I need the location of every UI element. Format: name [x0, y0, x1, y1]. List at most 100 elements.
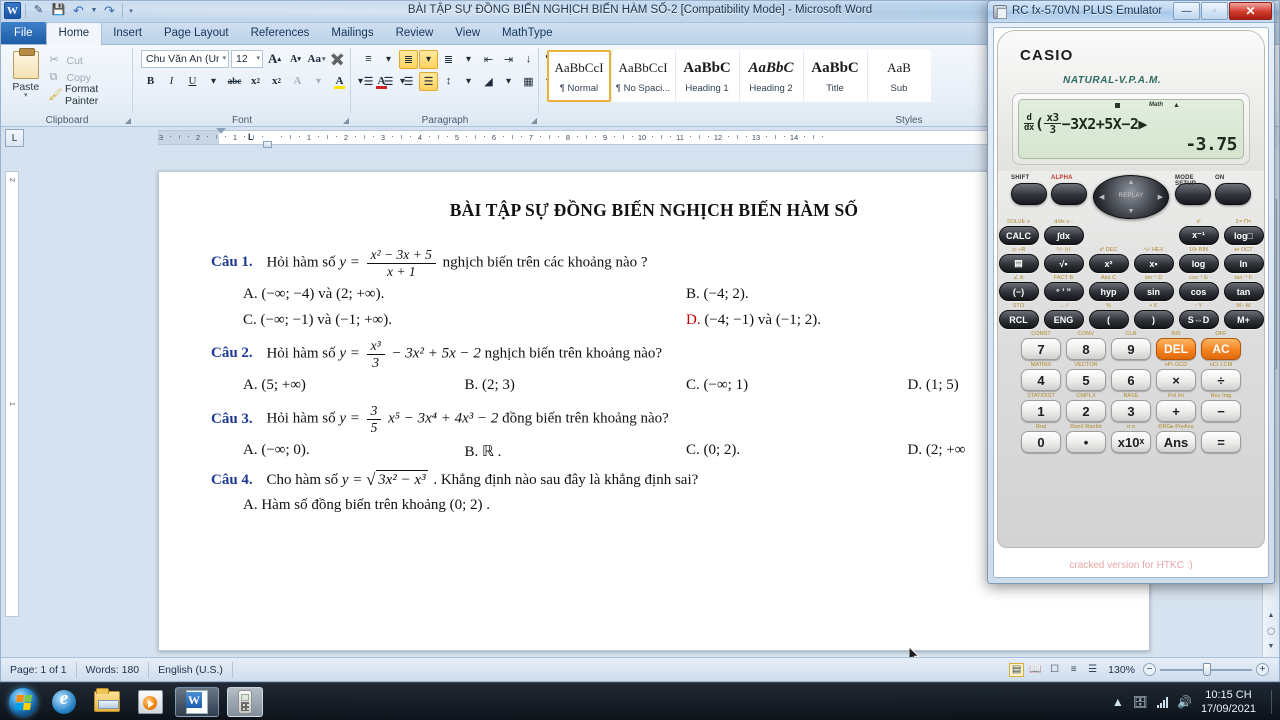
key-square[interactable]: x³ DEC x²: [1088, 247, 1129, 273]
key-cap[interactable]: ∫dx: [1043, 226, 1084, 245]
key-divide[interactable]: nCr LCM ÷: [1201, 362, 1241, 391]
page-indicator[interactable]: Page: 1 of 1: [1, 661, 77, 678]
strikethrough-button[interactable]: abc: [225, 72, 244, 91]
show-hidden-icons-icon[interactable]: ▲: [1112, 695, 1124, 709]
tab-home[interactable]: Home: [45, 22, 103, 45]
tab-mailings[interactable]: Mailings: [320, 23, 384, 44]
key-close-paren[interactable]: ▪ X): [1133, 303, 1174, 329]
zoom-in-button[interactable]: +: [1256, 663, 1269, 676]
key-cap[interactable]: 3: [1111, 400, 1151, 422]
calculator-emulator-window[interactable]: RC fx-570VN PLUS Emulator — ▫ ✕ CASIO NA…: [987, 0, 1275, 584]
keypad-row-7[interactable]: STAT/DIST 1 CMPLX 2 BASE 3 Pol Int + Rec Int…: [998, 393, 1264, 422]
taskbar-item-media-player[interactable]: [133, 687, 167, 717]
key-plus[interactable]: Pol Int +: [1156, 393, 1196, 422]
text-effects-button[interactable]: A: [288, 72, 307, 91]
key-cap[interactable]: RCL: [998, 310, 1039, 329]
alpha-key[interactable]: ALPHA: [1051, 175, 1087, 219]
replay-pad[interactable]: ▲ ▼ ◀ ▶: [1093, 175, 1169, 219]
key-cap[interactable]: cos: [1178, 282, 1219, 301]
key-cap[interactable]: (: [1088, 310, 1129, 329]
first-line-indent-marker[interactable]: [216, 128, 226, 134]
start-button[interactable]: [8, 686, 38, 717]
key-cap[interactable]: 7: [1021, 338, 1061, 360]
text-effects-dropdown-icon[interactable]: ▾: [309, 72, 328, 91]
tab-page-layout[interactable]: Page Layout: [153, 23, 240, 44]
option-a[interactable]: A. (5; +∞): [211, 377, 433, 394]
key-cap[interactable]: •: [1066, 431, 1106, 453]
decrease-indent-icon[interactable]: ⇤: [479, 50, 498, 69]
key-cap[interactable]: DEL: [1156, 338, 1196, 360]
shift-key[interactable]: SHIFT: [1011, 175, 1047, 219]
print-layout-icon[interactable]: ▤: [1009, 662, 1025, 677]
key-sin[interactable]: sin⁻¹ Dsin: [1133, 275, 1174, 301]
style-heading-2[interactable]: AaBbC Heading 2: [739, 50, 803, 102]
font-dialog-launcher[interactable]: ◢: [343, 116, 349, 125]
key-reciprocal[interactable]: x! x⁻¹: [1178, 219, 1219, 245]
font-size-combo[interactable]: 12 ▾: [231, 50, 263, 68]
tab-file[interactable]: File: [1, 22, 46, 44]
option-c[interactable]: C. (0; 2).: [654, 442, 876, 461]
tab-stop-marker[interactable]: L: [248, 132, 254, 142]
zoom-out-button[interactable]: −: [1143, 663, 1156, 676]
key-cap[interactable]: log: [1178, 254, 1219, 273]
key-cap[interactable]: 9: [1111, 338, 1151, 360]
on-key-cap[interactable]: [1215, 183, 1251, 205]
key-cap[interactable]: ): [1133, 310, 1174, 329]
key-cap[interactable]: 0: [1021, 431, 1061, 453]
key-7[interactable]: CONST 7: [1021, 331, 1061, 360]
key-cap[interactable]: AC: [1201, 338, 1241, 360]
key-cap[interactable]: 4: [1021, 369, 1061, 391]
highlight-button[interactable]: A: [330, 72, 349, 91]
replay-down-icon[interactable]: ▼: [1128, 208, 1135, 215]
underline-button[interactable]: U: [183, 72, 202, 91]
key-cap[interactable]: x⁻¹: [1178, 226, 1219, 245]
key-ac[interactable]: OFF AC: [1201, 331, 1241, 360]
draft-icon[interactable]: ☰: [1085, 663, 1100, 677]
key-8[interactable]: CONV 8: [1066, 331, 1106, 360]
keypad-row-3[interactable]: ∠ A (−) FACT B ° ’ ” Abs Chyp sin⁻¹ Dsin c…: [998, 275, 1264, 301]
zoom-level[interactable]: 130%: [1104, 664, 1139, 676]
key-log[interactable]: 10▪ BIN log: [1178, 247, 1219, 273]
bullets-dropdown-icon[interactable]: ▾: [379, 50, 398, 69]
option-b[interactable]: B. ℝ .: [433, 442, 655, 461]
style-no-spacing[interactable]: AaBbCcI ¶ No Spaci...: [611, 50, 675, 102]
key-memory-plus[interactable]: M− M M+: [1223, 303, 1264, 329]
key-open-paren[interactable]: %(: [1088, 303, 1129, 329]
key-cap[interactable]: x²: [1088, 254, 1129, 273]
key-log-base[interactable]: Σ= Π= log□: [1223, 219, 1264, 245]
keypad-row-8[interactable]: Rnd 0 Ran# RanInt • π e x10ˣ DRG▸ PreAns Ans…: [998, 424, 1264, 453]
style-title[interactable]: AaBbC Title: [803, 50, 867, 102]
replay-left-icon[interactable]: ◀: [1099, 193, 1104, 201]
tab-references[interactable]: References: [240, 23, 321, 44]
key-tan[interactable]: tan⁻¹ Ftan: [1223, 275, 1264, 301]
cut-button[interactable]: Cut: [47, 52, 130, 69]
key-cap[interactable]: 1: [1021, 400, 1061, 422]
word-count[interactable]: Words: 180: [77, 661, 150, 678]
chevron-down-icon[interactable]: ▾: [322, 55, 326, 63]
key-cap[interactable]: 2: [1066, 400, 1106, 422]
key-fraction[interactable]: ▭ ÷R ▤: [998, 247, 1039, 273]
key-cos[interactable]: cos⁻¹ Ecos: [1178, 275, 1219, 301]
align-left-icon[interactable]: ☰: [359, 72, 378, 91]
numbering-dropdown-icon[interactable]: ▾: [419, 49, 438, 69]
key-9[interactable]: CLR 9: [1111, 331, 1151, 360]
key-ln[interactable]: e▪ OCT ln: [1223, 247, 1264, 273]
key-cap[interactable]: x10ˣ: [1111, 431, 1151, 453]
taskbar-button-calculator[interactable]: [227, 686, 263, 717]
option-c[interactable]: C. (−∞; −1) và (−1; +∞).: [211, 312, 654, 329]
italic-button[interactable]: I: [162, 72, 181, 91]
justify-icon[interactable]: ☰: [419, 71, 438, 91]
key-4[interactable]: MATRIX 4: [1021, 362, 1061, 391]
key-cap[interactable]: ×: [1156, 369, 1196, 391]
clear-formatting-icon[interactable]: ✖️: [328, 50, 347, 69]
shading-icon[interactable]: ◢: [479, 72, 498, 91]
key-cap[interactable]: 5: [1066, 369, 1106, 391]
key-calc[interactable]: SOLVE ≡ CALC: [998, 219, 1039, 245]
option-a[interactable]: A. (−∞; 0).: [211, 442, 433, 461]
style-normal[interactable]: AaBbCcI ¶ Normal: [547, 50, 611, 102]
key-cap[interactable]: Ans: [1156, 431, 1196, 453]
calculator-keypad[interactable]: SHIFT ALPHA ▲ ▼ ◀ ▶ MODE SETUP: [998, 173, 1264, 547]
browse-object-controls[interactable]: ▲ ◯ ▼: [1265, 608, 1277, 654]
key-del[interactable]: INS DEL: [1156, 331, 1196, 360]
key-cap[interactable]: S⇔D: [1178, 310, 1219, 329]
